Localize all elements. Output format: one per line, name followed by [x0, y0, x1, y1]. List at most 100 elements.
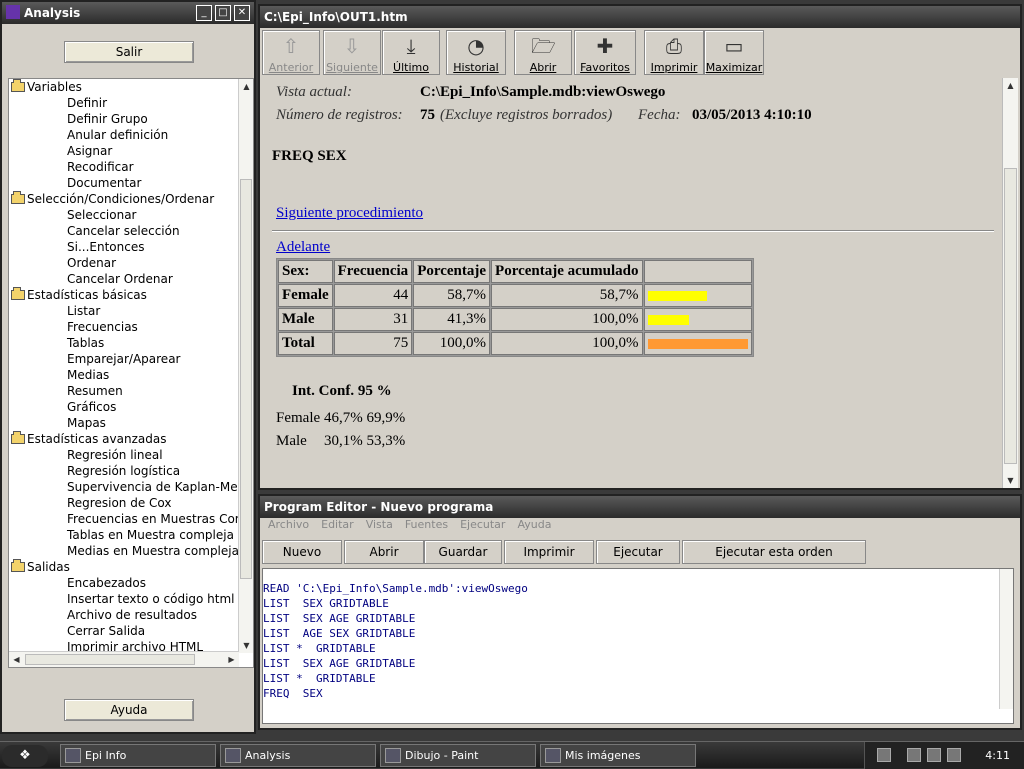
tree-category-salidas[interactable]: Salidas [9, 559, 239, 575]
history-icon: ◔ [467, 34, 485, 58]
tree-item-medias[interactable]: Medias [9, 367, 239, 383]
tree-item-archivo-de-resultados[interactable]: Archivo de resultados [9, 607, 239, 623]
toolbar-maximizar-button[interactable]: ▭ Maximizar [704, 30, 764, 75]
menu-archivo[interactable]: Archivo [268, 518, 309, 531]
tree-label: Definir [67, 96, 108, 110]
start-button[interactable]: ❖ [2, 745, 48, 767]
help-button[interactable]: Ayuda [64, 699, 194, 721]
tree-label: Regresión lineal [67, 448, 163, 462]
editor-nuevo-button[interactable]: Nuevo [262, 540, 342, 564]
editor-ejecutar-button[interactable]: Ejecutar [596, 540, 680, 564]
toolbar-favoritos-button[interactable]: ✚ Favoritos [574, 30, 636, 75]
tree-item-cerrar-salida[interactable]: Cerrar Salida [9, 623, 239, 639]
tree-item-mapas[interactable]: Mapas [9, 415, 239, 431]
tree-category-seleccion-condiciones-ordenar[interactable]: Selección/Condiciones/Ordenar [9, 191, 239, 207]
menu-ejecutar[interactable]: Ejecutar [460, 518, 505, 531]
tree-item-definir[interactable]: Definir [9, 95, 239, 111]
tree-item-tablas-en-muestra-compleja[interactable]: Tablas en Muestra compleja [9, 527, 239, 543]
tree-item-anular-definicion[interactable]: Anular definición [9, 127, 239, 143]
tree-item-insertar-texto-o-codigo-html[interactable]: Insertar texto o código html [9, 591, 239, 607]
tree-item-si-entonces[interactable]: Si...Entonces [9, 239, 239, 255]
tree-item-tablas[interactable]: Tablas [9, 335, 239, 351]
task-mis-imagenes[interactable]: Mis imágenes [540, 744, 696, 767]
antivirus-icon[interactable] [947, 748, 961, 762]
next-procedure-link[interactable]: Siguiente procedimiento [276, 205, 423, 222]
editor-ejecutar-esta-orden-button[interactable]: Ejecutar esta orden [682, 540, 866, 564]
scroll-up-icon[interactable]: ▲ [239, 79, 253, 94]
app-icon [385, 748, 401, 763]
tree-category-variables[interactable]: Variables [9, 79, 239, 95]
editor-title-bar: Program Editor - Nuevo programa [260, 496, 1020, 518]
tree-item-resumen[interactable]: Resumen [9, 383, 239, 399]
tree-label: Documentar [67, 176, 142, 190]
menu-ayuda[interactable]: Ayuda [517, 518, 551, 531]
cell-cumulative: 100,0% [491, 332, 643, 355]
scroll-down-icon[interactable]: ▼ [239, 638, 253, 653]
toolbar-anterior-button[interactable]: ⇧ Anterior [262, 30, 320, 75]
security-icon[interactable] [927, 748, 941, 762]
tree-item-recodificar[interactable]: Recodificar [9, 159, 239, 175]
keyboard-icon[interactable] [877, 748, 891, 762]
editor-abrir-button[interactable]: Abrir [344, 540, 424, 564]
folder-icon [11, 431, 25, 444]
task-epi-info[interactable]: Epi Info [60, 744, 216, 767]
tree-item-supervivencia-de-kaplan-mei[interactable]: Supervivencia de Kaplan-Mei [9, 479, 239, 495]
tree-label: Listar [67, 304, 101, 318]
exit-button[interactable]: Salir [64, 41, 194, 63]
toolbar-label: Favoritos [580, 61, 630, 74]
tree-item-emparejar-aparear[interactable]: Emparejar/Aparear [9, 351, 239, 367]
task-analysis[interactable]: Analysis [220, 744, 376, 767]
scroll-left-icon[interactable]: ◀ [9, 652, 24, 667]
minimize-icon[interactable]: _ [196, 5, 212, 21]
editor-vertical-scrollbar[interactable] [999, 569, 1013, 709]
program-code-area[interactable]: READ 'C:\Epi_Info\Sample.mdb':viewOswego… [262, 568, 1014, 724]
scroll-right-icon[interactable]: ▶ [224, 652, 239, 667]
menu-editar[interactable]: Editar [321, 518, 354, 531]
scroll-down-icon[interactable]: ▼ [1003, 473, 1018, 488]
tree-item-frecuencias-en-muestras-com[interactable]: Frecuencias en Muestras Com [9, 511, 239, 527]
close-icon[interactable]: ✕ [234, 5, 250, 21]
tree-item-documentar[interactable]: Documentar [9, 175, 239, 191]
tree-category-estadisticas-basicas[interactable]: Estadísticas básicas [9, 287, 239, 303]
tree-item-regresion-lineal[interactable]: Regresión lineal [9, 447, 239, 463]
tree-vertical-scrollbar[interactable]: ▲ ▼ [238, 79, 253, 653]
tree-item-seleccionar[interactable]: Seleccionar [9, 207, 239, 223]
tree-item-medias-en-muestra-compleja[interactable]: Medias en Muestra compleja [9, 543, 239, 559]
tree-item-regresion-de-cox[interactable]: Regresion de Cox [9, 495, 239, 511]
tree-item-cancelar-seleccion[interactable]: Cancelar selección [9, 223, 239, 239]
network-icon[interactable] [907, 748, 921, 762]
toolbar-imprimir-button[interactable]: ⎙ Imprimir [644, 30, 704, 75]
toolbar-abrir-button[interactable]: 🗁 Abrir [514, 30, 572, 75]
tree-item-regresion-logistica[interactable]: Regresión logística [9, 463, 239, 479]
forward-link[interactable]: Adelante [276, 239, 330, 256]
maximize-icon[interactable]: □ [215, 5, 231, 21]
tree-label: Medias [67, 368, 110, 382]
tree-horizontal-scrollbar[interactable]: ◀ ▶ [9, 651, 239, 667]
editor-imprimir-button[interactable]: Imprimir [504, 540, 594, 564]
editor-guardar-button[interactable]: Guardar [424, 540, 502, 564]
output-vertical-scrollbar[interactable]: ▲ ▼ [1002, 78, 1018, 488]
hscroll-thumb[interactable] [25, 654, 195, 665]
tree-item-graficos[interactable]: Gráficos [9, 399, 239, 415]
scroll-up-icon[interactable]: ▲ [1003, 78, 1018, 93]
tree-label: Estadísticas básicas [27, 288, 147, 302]
header-frequency: Frecuencia [333, 260, 413, 283]
tree-item-encabezados[interactable]: Encabezados [9, 575, 239, 591]
scroll-thumb[interactable] [1004, 168, 1017, 464]
toolbar-ultimo-button[interactable]: ⤓ Último [382, 30, 440, 75]
menu-fuentes[interactable]: Fuentes [405, 518, 448, 531]
tree-category-estadisticas-avanzadas[interactable]: Estadísticas avanzadas [9, 431, 239, 447]
tree-item-asignar[interactable]: Asignar [9, 143, 239, 159]
task-dibujo-paint[interactable]: Dibujo - Paint [380, 744, 536, 767]
tree-item-frecuencias[interactable]: Frecuencias [9, 319, 239, 335]
tree-item-definir-grupo[interactable]: Definir Grupo [9, 111, 239, 127]
menu-vista[interactable]: Vista [366, 518, 393, 531]
open-folder-icon: 🗁 [531, 34, 556, 58]
tree-item-ordenar[interactable]: Ordenar [9, 255, 239, 271]
tree-item-listar[interactable]: Listar [9, 303, 239, 319]
toolbar-siguiente-button[interactable]: ⇩ Siguiente [323, 30, 381, 75]
tree-item-cancelar-ordenar[interactable]: Cancelar Ordenar [9, 271, 239, 287]
scroll-thumb[interactable] [240, 179, 252, 579]
records-note: (Excluye registros borrados) [440, 107, 613, 123]
toolbar-historial-button[interactable]: ◔ Historial [446, 30, 506, 75]
